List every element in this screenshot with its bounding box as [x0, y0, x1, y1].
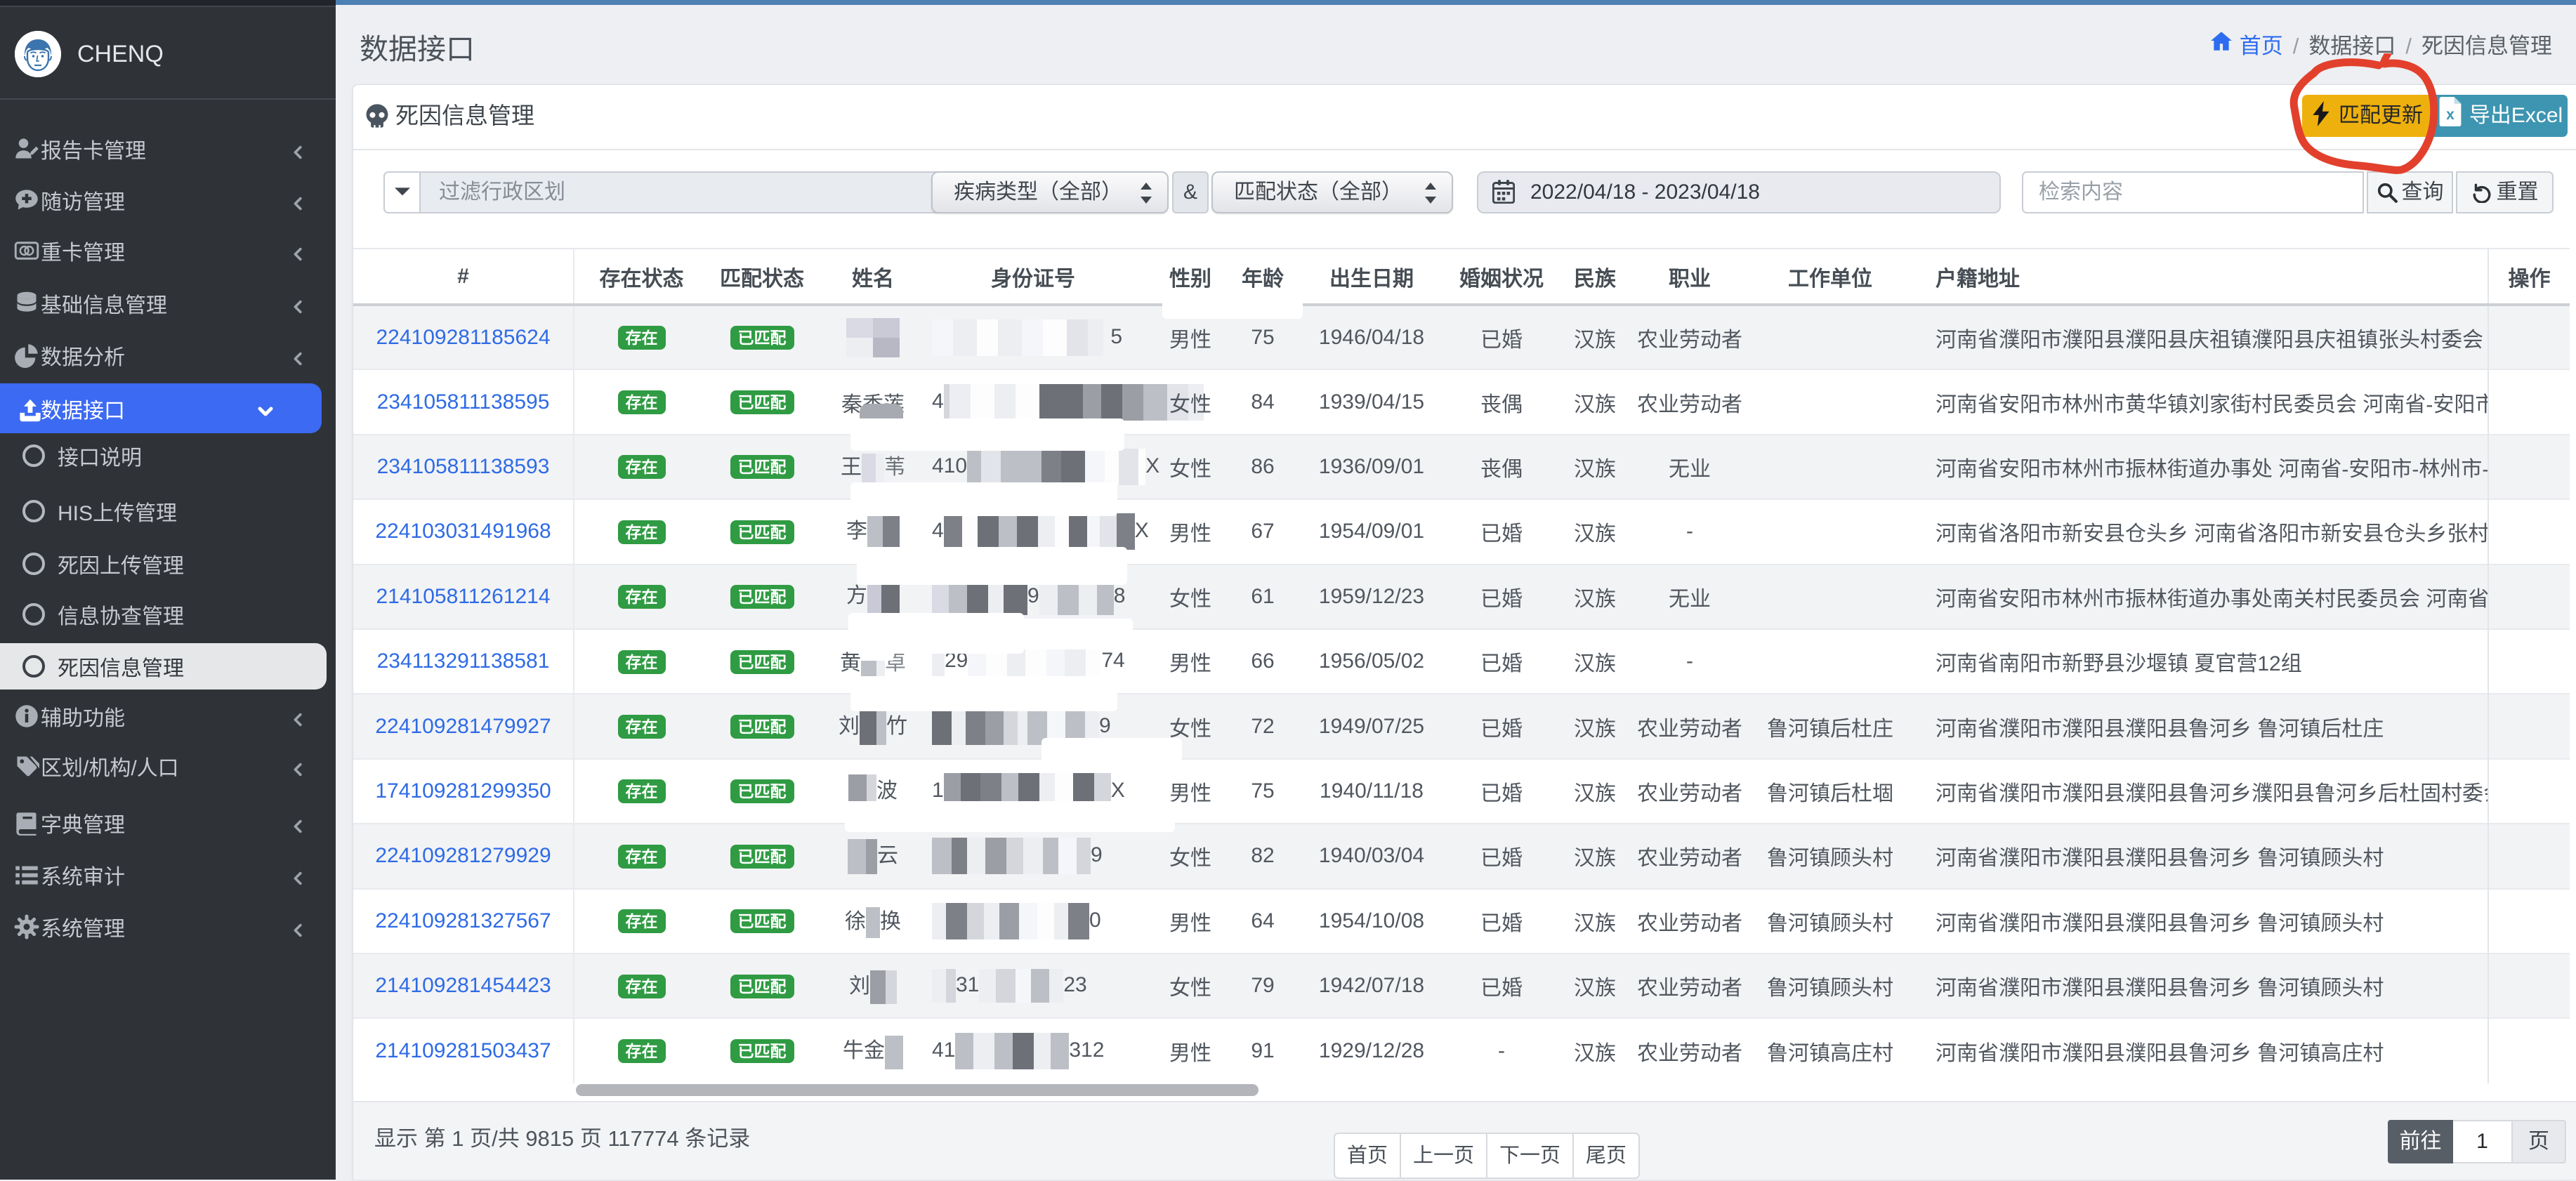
svg-text:x: x [2446, 107, 2455, 123]
